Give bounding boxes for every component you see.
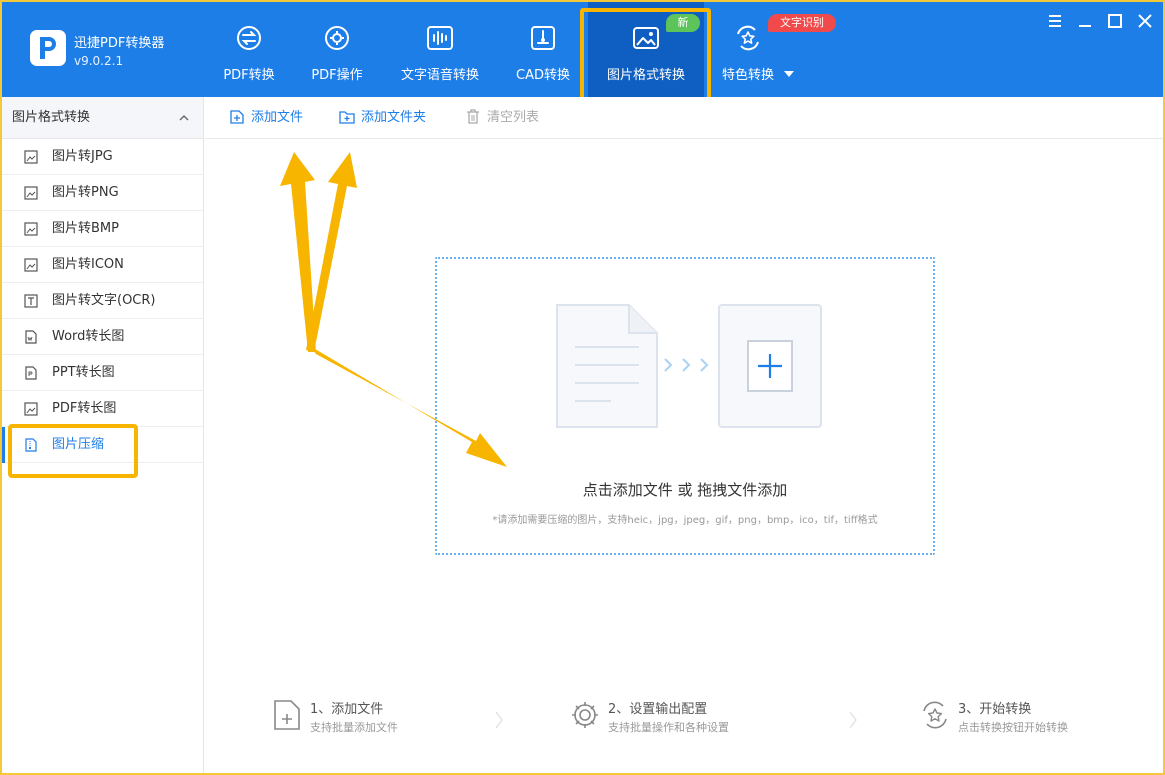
drop-hint: *请添加需要压缩的图片，支持heic，jpg，jpeg，gif，png，bmp，… [492, 515, 878, 526]
tab-label: 图片格式转换 [606, 68, 685, 83]
chevron-up-icon[interactable] [179, 114, 189, 122]
file-drop-zone[interactable]: 点击添加文件 或 拖拽文件添加 *请添加需要压缩的图片，支持heic，jpg，j… [435, 257, 935, 555]
menu-icon[interactable] [1046, 12, 1064, 30]
add-file-icon [230, 110, 244, 124]
add-file-button[interactable]: 添加文件 [229, 109, 303, 127]
cad-icon [531, 26, 555, 50]
step-add-file: 1、添加文件 支持批量添加文件 [272, 697, 492, 737]
chevron-right-icon [849, 711, 857, 729]
add-file-label: 添加文件 [251, 110, 304, 125]
maximize-icon[interactable] [1106, 12, 1124, 30]
chevron-down-icon[interactable] [784, 71, 794, 77]
clear-list-button[interactable]: 清空列表 [465, 109, 539, 127]
image-file-icon [24, 150, 38, 164]
sidebar-item-pdf-long[interactable]: PDF转长图 [2, 391, 203, 427]
sidebar-header[interactable]: 图片格式转换 [2, 97, 203, 139]
image-file-icon [24, 222, 38, 236]
waveform-icon [427, 26, 453, 50]
sidebar-item-label: 图片转PNG [52, 185, 119, 200]
step-start-convert: 3、开始转换 点击转换按钮开始转换 [920, 697, 1120, 737]
sidebar-item-ppt-long[interactable]: PPT转长图 [2, 355, 203, 391]
tab-pdf-operate[interactable]: PDF操作 [302, 2, 372, 97]
tab-pdf-convert[interactable]: PDF转换 [214, 2, 284, 97]
app-version: v9.0.2.1 [74, 54, 124, 68]
top-header: 迅捷PDF转换器 v9.0.2.1 PDF转换 PDF操作 文字语音转换 CAD… [2, 2, 1163, 97]
sidebar-header-label: 图片格式转换 [12, 110, 91, 125]
app-name: 迅捷PDF转换器 [74, 36, 165, 51]
word-file-icon [25, 330, 37, 344]
add-folder-icon [339, 111, 355, 124]
sidebar-item-label: PDF转长图 [52, 401, 117, 416]
step-title: 1、添加文件 [310, 702, 384, 717]
add-folder-label: 添加文件夹 [361, 110, 427, 125]
close-icon[interactable] [1136, 12, 1154, 30]
sidebar-item-label: 图片转文字(OCR) [52, 293, 156, 308]
sidebar-item-icon[interactable]: 图片转ICON [2, 247, 203, 283]
drop-title: 点击添加文件 或 拖拽文件添加 [582, 481, 788, 499]
sidebar: 图片格式转换 图片转JPG 图片转PNG 图片转BMP 图片转ICON 图片转文… [2, 97, 204, 773]
clear-list-label: 清空列表 [487, 110, 540, 125]
sidebar-item-word-long[interactable]: Word转长图 [2, 319, 203, 355]
tab-label: CAD转换 [516, 68, 570, 83]
new-badge: 新 [666, 14, 700, 32]
app-logo [30, 30, 66, 66]
image-icon [633, 27, 659, 49]
sidebar-item-label: PPT转长图 [52, 365, 115, 380]
gear-icon [572, 702, 598, 728]
step-subtitle: 点击转换按钮开始转换 [958, 721, 1068, 734]
sidebar-item-png[interactable]: 图片转PNG [2, 175, 203, 211]
gear-circle-icon [325, 26, 349, 50]
ocr-badge: 文字识别 [768, 14, 836, 32]
step-title: 3、开始转换 [958, 702, 1032, 717]
tab-text-speech[interactable]: 文字语音转换 [392, 2, 488, 97]
arrow-to-add-file [280, 152, 316, 352]
image-file-icon [24, 258, 38, 272]
star-exchange-icon [923, 701, 947, 729]
sidebar-item-label: 图片转ICON [52, 257, 124, 272]
sidebar-item-label: 图片转BMP [52, 221, 119, 236]
step-subtitle: 支持批量操作和各种设置 [608, 721, 729, 734]
sidebar-item-label: 图片转JPG [52, 149, 113, 164]
sidebar-item-ocr[interactable]: 图片转文字(OCR) [2, 283, 203, 319]
tab-label: PDF转换 [223, 68, 275, 83]
sidebar-item-bmp[interactable]: 图片转BMP [2, 211, 203, 247]
toolbar: 添加文件 添加文件夹 清空列表 [205, 97, 1163, 139]
sidebar-item-label: Word转长图 [52, 329, 125, 344]
compress-file-icon [25, 438, 37, 452]
tab-cad-convert[interactable]: CAD转换 [507, 2, 579, 97]
ppt-file-icon [25, 366, 37, 380]
add-file-icon [274, 700, 300, 730]
image-file-icon [24, 186, 38, 200]
sidebar-item-compress[interactable]: 图片压缩 [2, 427, 203, 463]
tab-label: 文字语音转换 [400, 68, 479, 83]
text-icon [24, 294, 38, 308]
step-output-settings: 2、设置输出配置 支持批量操作和各种设置 [570, 697, 810, 737]
add-folder-button[interactable]: 添加文件夹 [339, 109, 426, 127]
minimize-icon[interactable] [1076, 12, 1094, 30]
sidebar-item-jpg[interactable]: 图片转JPG [2, 139, 203, 175]
app-window: 迅捷PDF转换器 v9.0.2.1 PDF转换 PDF操作 文字语音转换 CAD… [0, 0, 1165, 775]
arrow-to-add-folder [306, 152, 357, 352]
logo-p-icon [40, 37, 56, 59]
tab-label: 特色转换 [721, 68, 774, 83]
image-file-icon [24, 402, 38, 416]
exchange-circle-icon [237, 26, 261, 50]
tab-label: PDF操作 [311, 68, 363, 83]
step-title: 2、设置输出配置 [608, 702, 708, 717]
trash-icon [467, 109, 479, 124]
star-exchange-icon [737, 25, 759, 51]
sidebar-item-label: 图片压缩 [52, 437, 105, 452]
chevron-right-icon [495, 711, 503, 729]
step-subtitle: 支持批量添加文件 [310, 721, 398, 734]
drop-illustration [556, 304, 822, 428]
